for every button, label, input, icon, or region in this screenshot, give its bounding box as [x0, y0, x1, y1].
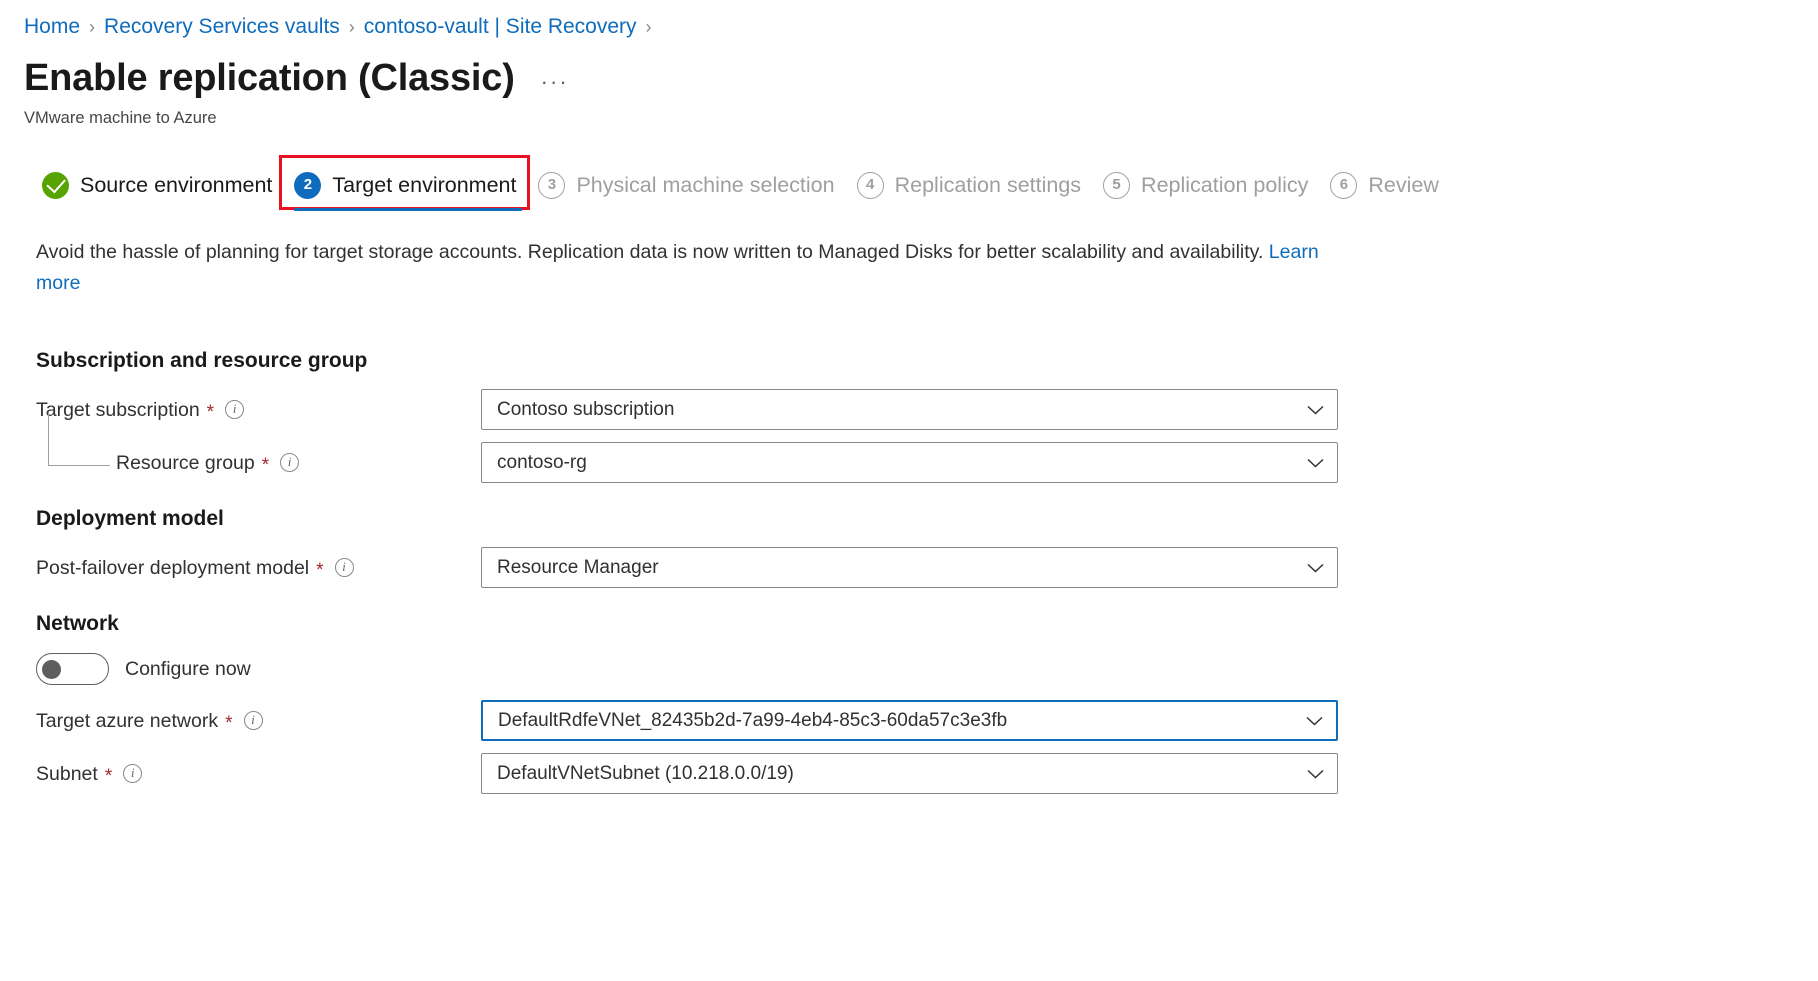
info-icon[interactable]: i	[335, 558, 354, 577]
field-label-resource-group: Resource group * i	[36, 450, 481, 476]
breadcrumb-item-contoso-vault-site-recovery[interactable]: contoso-vault | Site Recovery	[364, 13, 637, 41]
label-text: Target azure network	[36, 708, 218, 734]
more-options-icon[interactable]: ···	[537, 72, 573, 92]
breadcrumb-item-recovery-services-vaults[interactable]: Recovery Services vaults	[104, 13, 340, 41]
step-number-badge: 5	[1103, 172, 1130, 199]
field-target-subscription: Target subscription * i Contoso subscrip…	[36, 389, 1818, 430]
description-text: Avoid the hassle of planning for target …	[0, 211, 1330, 299]
field-target-azure-network: Target azure network * i DefaultRdfeVNet…	[36, 700, 1818, 741]
tab-label: Physical machine selection	[576, 171, 834, 199]
enable-replication-page: Home › Recovery Services vaults › contos…	[0, 0, 1818, 981]
tab-physical-machine-selection[interactable]: 3 Physical machine selection	[532, 165, 850, 211]
selected-value: DefaultVNetSubnet (10.218.0.0/19)	[497, 761, 794, 787]
label-text: Subnet	[36, 761, 98, 787]
step-number-badge: 3	[538, 172, 565, 199]
tab-replication-settings[interactable]: 4 Replication settings	[851, 165, 1097, 211]
info-icon[interactable]: i	[225, 400, 244, 419]
configure-now-toggle[interactable]	[36, 653, 109, 685]
breadcrumb-separator-icon: ›	[349, 13, 355, 41]
tab-label: Source environment	[80, 171, 272, 199]
selected-value: DefaultRdfeVNet_82435b2d-7a99-4eb4-85c3-…	[498, 708, 1007, 734]
section-heading-deployment-model: Deployment model	[36, 505, 1818, 533]
step-number-badge: 2	[294, 172, 321, 199]
required-indicator: *	[225, 718, 232, 730]
selected-value: contoso-rg	[497, 450, 587, 476]
tab-target-environment[interactable]: 2 Target environment	[288, 165, 532, 211]
post-failover-deployment-model-dropdown[interactable]: Resource Manager	[481, 547, 1338, 588]
field-post-failover-deployment-model: Post-failover deployment model * i Resou…	[36, 547, 1818, 588]
chevron-down-icon	[1307, 405, 1324, 415]
breadcrumb-separator-icon: ›	[646, 13, 652, 41]
page-title-row: Enable replication (Classic) ···	[0, 41, 1818, 101]
field-subnet: Subnet * i DefaultVNetSubnet (10.218.0.0…	[36, 753, 1818, 794]
form-body: Subscription and resource group Target s…	[0, 299, 1818, 794]
tab-label: Review	[1368, 171, 1439, 199]
label-text: Resource group	[116, 450, 255, 476]
info-icon[interactable]: i	[244, 711, 263, 730]
breadcrumb-item-home[interactable]: Home	[24, 13, 80, 41]
required-indicator: *	[262, 460, 269, 472]
page-title: Enable replication (Classic)	[24, 55, 515, 101]
breadcrumb: Home › Recovery Services vaults › contos…	[0, 0, 1818, 41]
page-subtitle: VMware machine to Azure	[0, 101, 1818, 129]
chevron-down-icon	[1307, 563, 1324, 573]
chevron-down-icon	[1307, 458, 1324, 468]
breadcrumb-separator-icon: ›	[89, 13, 95, 41]
tab-review[interactable]: 6 Review	[1324, 165, 1455, 211]
step-number-badge: 6	[1330, 172, 1357, 199]
section-heading-subscription: Subscription and resource group	[36, 347, 1818, 375]
tab-label: Replication policy	[1141, 171, 1308, 199]
field-label-post-failover-deployment-model: Post-failover deployment model * i	[36, 555, 481, 581]
required-indicator: *	[207, 407, 214, 419]
field-resource-group: Resource group * i contoso-rg	[36, 442, 1818, 483]
field-label-target-azure-network: Target azure network * i	[36, 708, 481, 734]
label-text: Target subscription	[36, 397, 200, 423]
selected-value: Contoso subscription	[497, 397, 674, 423]
field-label-target-subscription: Target subscription * i	[36, 397, 481, 423]
required-indicator: *	[105, 771, 112, 783]
toggle-knob	[42, 660, 61, 679]
check-circle-icon: 1	[42, 172, 69, 199]
tab-label: Replication settings	[895, 171, 1081, 199]
configure-now-row: Configure now	[36, 652, 1818, 686]
step-number-badge: 4	[857, 172, 884, 199]
info-icon[interactable]: i	[123, 764, 142, 783]
field-label-subnet: Subnet * i	[36, 761, 481, 787]
chevron-down-icon	[1306, 716, 1323, 726]
info-icon[interactable]: i	[280, 453, 299, 472]
tab-source-environment[interactable]: 1 Source environment	[36, 165, 288, 211]
required-indicator: *	[316, 565, 323, 577]
tab-label: Target environment	[332, 171, 516, 199]
resource-group-dropdown[interactable]: contoso-rg	[481, 442, 1338, 483]
section-heading-network: Network	[36, 610, 1818, 638]
subnet-dropdown[interactable]: DefaultVNetSubnet (10.218.0.0/19)	[481, 753, 1338, 794]
label-text: Post-failover deployment model	[36, 555, 309, 581]
target-subscription-dropdown[interactable]: Contoso subscription	[481, 389, 1338, 430]
target-azure-network-dropdown[interactable]: DefaultRdfeVNet_82435b2d-7a99-4eb4-85c3-…	[481, 700, 1338, 741]
description-body: Avoid the hassle of planning for target …	[36, 241, 1263, 263]
selected-value: Resource Manager	[497, 555, 659, 581]
wizard-steps: 1 Source environment 2 Target environmen…	[0, 129, 1818, 211]
tab-replication-policy[interactable]: 5 Replication policy	[1097, 165, 1324, 211]
configure-now-label: Configure now	[125, 656, 251, 682]
chevron-down-icon	[1307, 769, 1324, 779]
